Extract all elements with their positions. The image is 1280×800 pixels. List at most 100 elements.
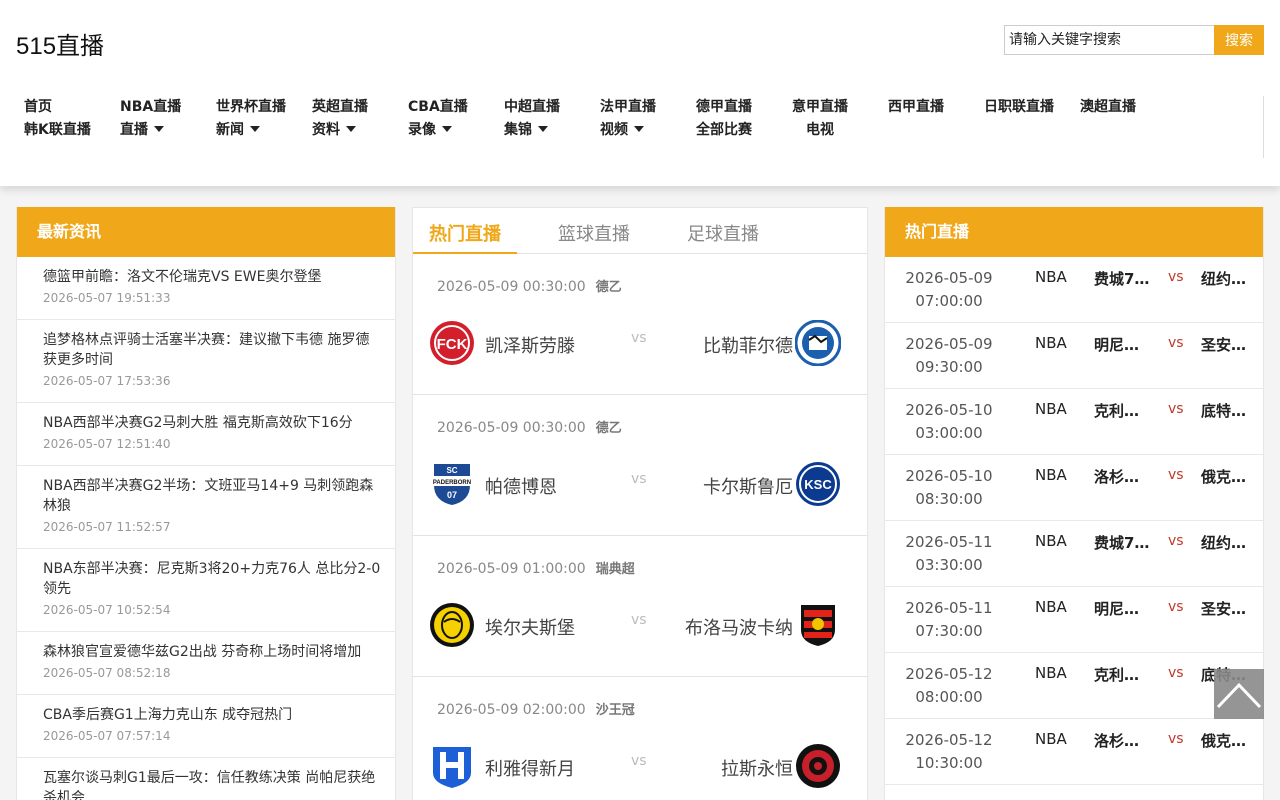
game-away-team[interactable]: 俄克… bbox=[1201, 730, 1257, 751]
game-datetime: 2026-05-11 03:30:00 bbox=[885, 531, 1013, 577]
site-logo[interactable]: 515直播 bbox=[16, 26, 104, 61]
elfsborg-badge-icon bbox=[429, 602, 475, 652]
game-home-team[interactable]: 洛杉… bbox=[1094, 730, 1154, 751]
nav-link[interactable]: 法甲直播 bbox=[600, 96, 656, 119]
search-input[interactable] bbox=[1004, 25, 1214, 55]
match-card[interactable]: 2026-05-09 02:00:00 沙王冠 利雅得新月 vs 拉斯永恒 bbox=[413, 677, 867, 800]
game-home-team[interactable]: 克利… bbox=[1094, 400, 1154, 421]
game-home-team[interactable]: 明尼… bbox=[1094, 334, 1154, 355]
nav-link[interactable]: 首页 bbox=[24, 96, 91, 119]
tab-basketball-live[interactable]: 篮球直播 bbox=[558, 220, 630, 246]
news-item[interactable]: 追梦格林点评骑士活塞半决赛：建议撤下韦德 施罗德获更多时间 2026-05-07 … bbox=[17, 320, 395, 403]
hot-game-row[interactable]: 2026-05-10 03:00:00 NBA 克利… vs 底特… bbox=[885, 389, 1263, 455]
nav-column-5: 中超直播 集锦 bbox=[504, 96, 560, 142]
game-away-team[interactable]: 俄克… bbox=[1201, 466, 1257, 487]
news-item[interactable]: 德篮甲前瞻：洛文不伦瑞克VS EWE奥尔登堡 2026-05-07 19:51:3… bbox=[17, 257, 395, 320]
match-card[interactable]: 2026-05-09 00:30:00 德乙 SC PADERBORN 07 帕德博恩 vs… bbox=[413, 395, 867, 536]
nav-link[interactable]: 日职联直播 bbox=[984, 96, 1054, 119]
nav-column-7: 德甲直播 全部比赛 bbox=[696, 96, 752, 142]
game-home-team[interactable]: 克利… bbox=[1094, 664, 1154, 685]
away-team[interactable]: 拉斯永恒 bbox=[721, 743, 841, 793]
nav-link[interactable]: 视频 bbox=[600, 119, 656, 142]
nav-link[interactable]: 中超直播 bbox=[504, 96, 560, 119]
news-title[interactable]: NBA西部半决赛G2马刺大胜 福克斯高效砍下16分 bbox=[43, 413, 381, 433]
away-team[interactable]: 卡尔斯鲁厄 KSC bbox=[703, 461, 841, 511]
nav-link[interactable]: 西甲直播 bbox=[888, 96, 944, 119]
news-title[interactable]: 瓦塞尔谈马刺G1最后一攻：信任教练决策 尚帕尼获绝杀机会 bbox=[43, 768, 381, 800]
news-title[interactable]: 德篮甲前瞻：洛文不伦瑞克VS EWE奥尔登堡 bbox=[43, 267, 381, 287]
match-meta: 2026-05-09 02:00:00 沙王冠 bbox=[437, 699, 635, 718]
home-team[interactable]: SC PADERBORN 07 帕德博恩 bbox=[429, 461, 557, 511]
match-time: 2026-05-09 00:30:00 bbox=[437, 279, 586, 295]
news-item[interactable]: NBA西部半决赛G2半场：文班亚马14+9 马刺领跑森林狼 2026-05-07 … bbox=[17, 466, 395, 549]
hot-game-row[interactable]: 2026-05-1208:00:00NBA克利…vs底特… bbox=[885, 653, 1263, 719]
nav-column-0: 首页 韩K联直播 bbox=[24, 96, 91, 142]
news-item[interactable]: 瓦塞尔谈马刺G1最后一攻：信任教练决策 尚帕尼获绝杀机会 bbox=[17, 758, 395, 800]
news-title[interactable]: NBA西部半决赛G2半场：文班亚马14+9 马刺领跑森林狼 bbox=[43, 476, 381, 516]
news-item[interactable]: NBA东部半决赛：尼克斯3将20+力克76人 总比分2-0领先 2026-05-0… bbox=[17, 549, 395, 632]
home-team[interactable]: FCK 凯泽斯劳滕 bbox=[429, 320, 575, 370]
game-away-team[interactable]: 圣安… bbox=[1201, 334, 1257, 355]
nav-link[interactable]: 直播 bbox=[120, 119, 181, 142]
game-home-team[interactable]: 费城7… bbox=[1094, 268, 1154, 289]
nav-link[interactable]: 资料 bbox=[312, 119, 368, 142]
nav-column-10: 日职联直播 bbox=[984, 96, 1054, 119]
caret-down-icon bbox=[346, 126, 356, 132]
hot-game-row[interactable]: 2026-05-09 09:30:00 NBA 明尼… vs 圣安… bbox=[885, 323, 1263, 389]
game-away-team[interactable]: 纽约… bbox=[1201, 532, 1257, 553]
news-item[interactable]: NBA西部半决赛G2马刺大胜 福克斯高效砍下16分 2026-05-07 12:5… bbox=[17, 403, 395, 466]
news-title[interactable]: CBA季后赛G1上海力克山东 成夺冠热门 bbox=[43, 705, 381, 725]
match-card[interactable]: 2026-05-09 00:30:00 德乙 FCK 凯泽斯劳滕 vs 比勒菲尔德 bbox=[413, 254, 867, 395]
home-team[interactable]: 埃尔夫斯堡 bbox=[429, 602, 575, 652]
nav-link-label: 意甲直播 bbox=[792, 99, 848, 115]
game-away-team[interactable]: 底特… bbox=[1201, 400, 1257, 421]
nav-link[interactable]: 电视 bbox=[792, 119, 848, 142]
nav-link[interactable]: 澳超直播 bbox=[1080, 96, 1136, 119]
home-team[interactable]: 利雅得新月 bbox=[429, 743, 575, 793]
match-card[interactable]: 2026-05-09 01:00:00 瑞典超 埃尔夫斯堡 vs 布洛马波卡纳 bbox=[413, 536, 867, 677]
news-title[interactable]: 追梦格林点评骑士活塞半决赛：建议撤下韦德 施罗德获更多时间 bbox=[43, 330, 381, 370]
nav-link[interactable]: CBA直播 bbox=[408, 96, 468, 119]
nav-link[interactable]: 英超直播 bbox=[312, 96, 368, 119]
nav-link[interactable]: NBA直播 bbox=[120, 96, 181, 119]
game-away-team[interactable]: 纽约… bbox=[1201, 268, 1257, 289]
news-item[interactable]: 森林狼官宣爱德华兹G2出战 芬奇称上场时间将增加 2026-05-07 08:52… bbox=[17, 632, 395, 695]
nav-link[interactable]: 全部比赛 bbox=[696, 119, 752, 142]
game-vs: vs bbox=[1168, 467, 1184, 483]
nav-link[interactable]: 韩K联直播 bbox=[24, 119, 91, 142]
game-date: 2026-05-09 bbox=[905, 269, 993, 287]
search-button[interactable]: 搜索 bbox=[1214, 25, 1264, 55]
match-league: 德乙 bbox=[595, 280, 622, 295]
nav-link[interactable]: 新闻 bbox=[216, 119, 286, 142]
news-title[interactable]: NBA东部半决赛：尼克斯3将20+力克76人 总比分2-0领先 bbox=[43, 559, 381, 599]
match-vs: vs bbox=[631, 612, 647, 628]
news-title[interactable]: 森林狼官宣爱德华兹G2出战 芬奇称上场时间将增加 bbox=[43, 642, 381, 662]
away-team[interactable]: 布洛马波卡纳 bbox=[685, 602, 841, 652]
game-league: NBA bbox=[1035, 268, 1067, 286]
nav-link[interactable]: 世界杯直播 bbox=[216, 96, 286, 119]
news-item[interactable]: CBA季后赛G1上海力克山东 成夺冠热门 2026-05-07 07:57:14 bbox=[17, 695, 395, 758]
home-team-name: 帕德博恩 bbox=[485, 477, 557, 498]
nav-link[interactable]: 意甲直播 bbox=[792, 96, 848, 119]
back-to-top-button[interactable] bbox=[1214, 669, 1264, 719]
nav-link-label: 日职联直播 bbox=[984, 99, 1054, 115]
tab-hot-live[interactable]: 热门直播 bbox=[429, 220, 501, 246]
tab-football-live[interactable]: 足球直播 bbox=[687, 220, 759, 246]
game-home-team[interactable]: 明尼… bbox=[1094, 598, 1154, 619]
away-team[interactable]: 比勒菲尔德 bbox=[703, 319, 842, 370]
match-list: 2026-05-09 00:30:00 德乙 FCK 凯泽斯劳滕 vs 比勒菲尔德 2026… bbox=[413, 254, 867, 800]
news-panel-title: 最新资讯 bbox=[17, 207, 395, 257]
hot-game-row[interactable]: 2026-05-09 07:00:00 NBA 费城7… vs 纽约… bbox=[885, 257, 1263, 323]
nav-link[interactable]: 德甲直播 bbox=[696, 96, 752, 119]
hot-game-row[interactable]: 2026-05-11 03:30:00 NBA 费城7… vs 纽约… bbox=[885, 521, 1263, 587]
nav-link-label: 资料 bbox=[312, 122, 340, 138]
game-home-team[interactable]: 费城7… bbox=[1094, 532, 1154, 553]
game-home-team[interactable]: 洛杉… bbox=[1094, 466, 1154, 487]
nav-link[interactable]: 录像 bbox=[408, 119, 468, 142]
hot-game-row[interactable]: 2026-05-12 10:30:00 NBA 洛杉… vs 俄克… bbox=[885, 719, 1263, 785]
hot-game-row[interactable]: 2026-05-10 08:30:00 NBA 洛杉… vs 俄克… bbox=[885, 455, 1263, 521]
hot-game-row[interactable]: 2026-05-11 07:30:00 NBA 明尼… vs 圣安… bbox=[885, 587, 1263, 653]
paderborn-badge-icon: SC PADERBORN 07 bbox=[429, 461, 475, 511]
game-away-team[interactable]: 圣安… bbox=[1201, 598, 1257, 619]
nav-link[interactable]: 集锦 bbox=[504, 119, 560, 142]
